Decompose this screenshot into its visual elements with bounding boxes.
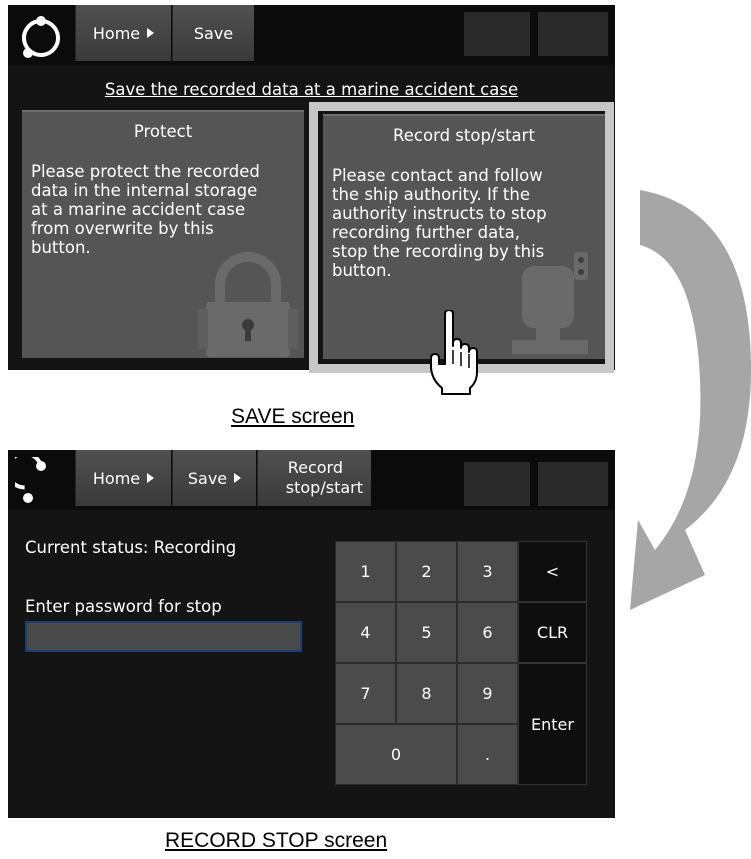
record-stop-screen: Home Save Record stop/start Current stat…: [8, 450, 615, 818]
nav-save-label: Save: [193, 23, 234, 43]
clear-key[interactable]: CLR: [518, 602, 587, 663]
key-7[interactable]: 7: [335, 663, 396, 724]
current-status-text: Current status: Recording: [25, 538, 237, 557]
status-slot-2: [538, 12, 608, 56]
protect-title: Protect: [133, 122, 193, 141]
key-6[interactable]: 6: [457, 602, 518, 663]
key-4[interactable]: 4: [335, 602, 396, 663]
nav-save-button[interactable]: Save: [172, 450, 256, 506]
key-0[interactable]: 0: [335, 724, 457, 785]
protect-description: Please protect the recorded data in the …: [31, 162, 260, 257]
padlock-icon: [198, 252, 298, 357]
nav-save-button[interactable]: Save: [172, 5, 254, 61]
save-screen: Home Save Save the recorded data at a ma…: [8, 5, 615, 373]
chevron-right-icon: [234, 473, 242, 483]
top-bar: Home Save Record stop/start: [8, 450, 615, 510]
key-3[interactable]: 3: [457, 541, 518, 602]
save-screen-caption: SAVE screen: [231, 405, 355, 428]
nav-save-label: Save: [187, 468, 228, 488]
key-9[interactable]: 9: [457, 663, 518, 724]
chevron-right-icon: [147, 28, 155, 38]
curved-arrow-icon: [630, 190, 751, 610]
nav-home-button[interactable]: Home: [75, 450, 171, 506]
nav-record-label-line2: stop/start: [285, 478, 363, 497]
status-slot-2: [538, 462, 608, 506]
password-input[interactable]: [25, 621, 302, 652]
page-headline: Save the recorded data at a marine accid…: [104, 80, 519, 99]
chevron-right-icon: [147, 473, 155, 483]
status-slot-1: [464, 12, 530, 56]
key-5[interactable]: 5: [396, 602, 457, 663]
app-logo-icon[interactable]: [15, 12, 67, 64]
nav-home-button[interactable]: Home: [75, 5, 171, 61]
record-stop-screen-caption: RECORD STOP screen: [165, 829, 388, 852]
pointing-hand-icon: [430, 310, 478, 395]
protect-button[interactable]: Protect Please protect the recorded data…: [22, 110, 304, 358]
nav-home-label: Home: [92, 23, 141, 43]
nav-record-label-line1: Record: [287, 458, 343, 477]
enter-key[interactable]: Enter: [518, 663, 587, 785]
status-slot-1: [464, 462, 530, 506]
password-label: Enter password for stop: [25, 597, 222, 616]
decimal-key[interactable]: .: [457, 724, 518, 785]
app-logo-icon[interactable]: [15, 457, 67, 509]
backspace-key[interactable]: <: [518, 541, 587, 602]
key-1[interactable]: 1: [335, 541, 396, 602]
nav-record-stop-start-button[interactable]: Record stop/start: [257, 450, 371, 506]
top-bar: Home Save: [8, 5, 615, 65]
nav-home-label: Home: [92, 468, 141, 488]
key-8[interactable]: 8: [396, 663, 457, 724]
key-2[interactable]: 2: [396, 541, 457, 602]
